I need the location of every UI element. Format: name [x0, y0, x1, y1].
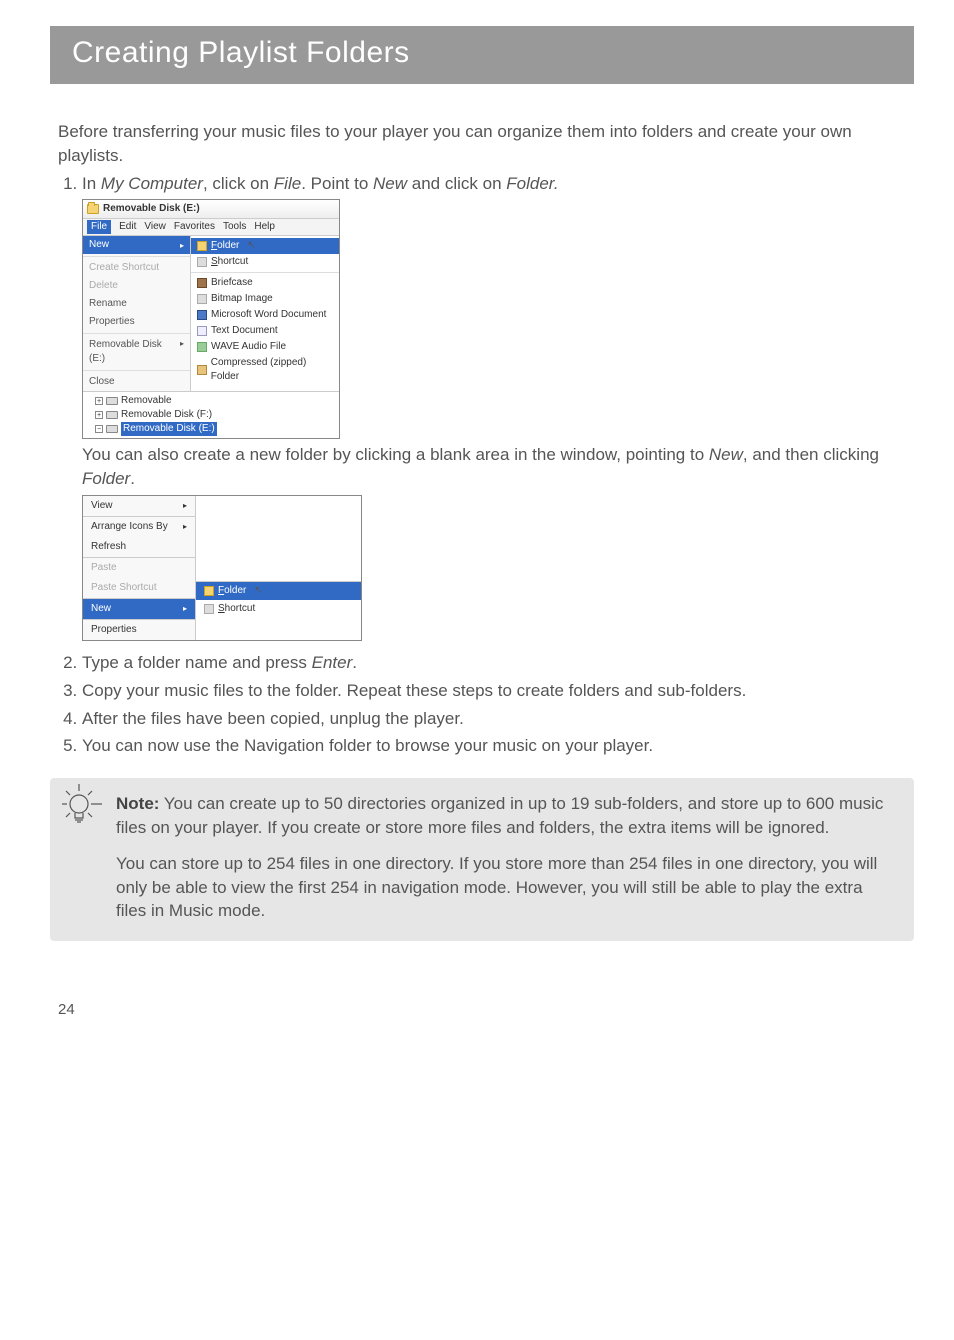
submenu-bitmap[interactable]: Bitmap Image	[191, 291, 339, 307]
ctx-sub-folder[interactable]: Folder↖	[196, 582, 361, 600]
menuitem-rename[interactable]: Rename	[83, 295, 190, 313]
lightbulb-icon	[52, 780, 106, 834]
context-menu: View▸ Arrange Icons By▸ Refresh Paste Pa…	[83, 496, 195, 640]
note-callout: Note: You can create up to 50 directorie…	[50, 778, 914, 941]
menuitem-properties[interactable]: Properties	[83, 313, 190, 331]
word-icon	[197, 310, 207, 320]
main-content: Before transferring your music files to …	[0, 120, 954, 758]
folder-icon	[197, 241, 207, 251]
steps-list: In My Computer, click on File. Point to …	[58, 172, 904, 196]
step-5: You can now use the Navigation folder to…	[82, 734, 904, 758]
steps-list-cont: Type a folder name and press Enter. Copy…	[58, 651, 904, 758]
briefcase-icon	[197, 278, 207, 288]
ctx-paste-shortcut: Paste Shortcut	[83, 578, 195, 598]
note-paragraph-2: You can store up to 254 files in one dir…	[116, 852, 894, 923]
drive-icon	[106, 411, 118, 419]
new-submenu: Folder↖ Shortcut Briefcase Bitmap Image …	[191, 236, 339, 391]
note-paragraph-1: Note: You can create up to 50 directorie…	[116, 792, 894, 840]
cursor-icon: ↖	[254, 584, 262, 598]
menu-tools[interactable]: Tools	[223, 220, 246, 234]
folder-icon	[204, 586, 214, 596]
blank-area	[196, 496, 361, 582]
note-label: Note:	[116, 794, 159, 813]
step-1-sub: You can also create a new folder by clic…	[82, 443, 904, 491]
screenshot-context-new-menu: View▸ Arrange Icons By▸ Refresh Paste Pa…	[82, 495, 362, 641]
wave-icon	[197, 342, 207, 352]
ctx-properties[interactable]: Properties	[83, 620, 195, 640]
shortcut-icon	[204, 604, 214, 614]
window-title: Removable Disk (E:)	[103, 202, 200, 216]
window-menubar: File Edit View Favorites Tools Help	[83, 219, 339, 236]
step-3: Copy your music files to the folder. Rep…	[82, 679, 904, 703]
window-titlebar: Removable Disk (E:)	[83, 200, 339, 219]
drive-icon	[106, 397, 118, 405]
ctx-refresh[interactable]: Refresh	[83, 537, 195, 557]
submenu-wave[interactable]: WAVE Audio File	[191, 339, 339, 355]
tree-row[interactable]: +Removable	[87, 394, 335, 408]
ctx-new[interactable]: New▸	[83, 599, 195, 619]
page-title: Creating Playlist Folders	[72, 36, 892, 70]
folder-icon	[87, 204, 99, 214]
submenu-word[interactable]: Microsoft Word Document	[191, 307, 339, 323]
zip-icon	[197, 365, 207, 375]
drive-icon	[106, 425, 118, 433]
submenu-shortcut[interactable]: Shortcut	[191, 254, 339, 270]
submenu-text[interactable]: Text Document	[191, 323, 339, 339]
menuitem-close[interactable]: Close	[83, 373, 190, 391]
title-banner: Creating Playlist Folders	[50, 26, 914, 84]
submenu-zip[interactable]: Compressed (zipped) Folder	[191, 355, 339, 385]
intro-paragraph: Before transferring your music files to …	[58, 120, 904, 168]
folder-tree: +Removable +Removable Disk (F:) −Removab…	[83, 391, 339, 438]
menu-file[interactable]: File	[87, 220, 111, 234]
step-2: Type a folder name and press Enter.	[82, 651, 904, 675]
text-icon	[197, 326, 207, 336]
submenu-briefcase[interactable]: Briefcase	[191, 275, 339, 291]
page-number: 24	[0, 941, 954, 1042]
file-menu-dropdown: New▸ Create Shortcut Delete Rename Prope…	[83, 236, 191, 391]
menu-edit[interactable]: Edit	[119, 220, 136, 234]
menuitem-removable-disk-e[interactable]: Removable Disk (E:)▸	[83, 336, 190, 368]
context-new-submenu: Folder↖ Shortcut	[195, 496, 361, 640]
submenu-folder[interactable]: Folder↖	[191, 238, 339, 254]
ctx-arrange[interactable]: Arrange Icons By▸	[83, 517, 195, 537]
bitmap-icon	[197, 294, 207, 304]
ctx-sub-shortcut[interactable]: Shortcut	[196, 600, 361, 618]
tree-row[interactable]: +Removable Disk (F:)	[87, 408, 335, 422]
step-4: After the files have been copied, unplug…	[82, 707, 904, 731]
step-1: In My Computer, click on File. Point to …	[82, 172, 904, 196]
tree-row-selected[interactable]: −Removable Disk (E:)	[87, 422, 335, 436]
screenshot-file-new-menu: Removable Disk (E:) File Edit View Favor…	[82, 199, 340, 439]
menu-view[interactable]: View	[144, 220, 166, 234]
cursor-icon: ↖	[247, 239, 255, 253]
menu-favorites[interactable]: Favorites	[174, 220, 215, 234]
menu-help[interactable]: Help	[254, 220, 275, 234]
menuitem-delete: Delete	[83, 277, 190, 295]
menuitem-new[interactable]: New▸	[83, 236, 190, 254]
shortcut-icon	[197, 257, 207, 267]
menuitem-create-shortcut: Create Shortcut	[83, 259, 190, 277]
ctx-paste: Paste	[83, 558, 195, 578]
ctx-view[interactable]: View▸	[83, 496, 195, 516]
